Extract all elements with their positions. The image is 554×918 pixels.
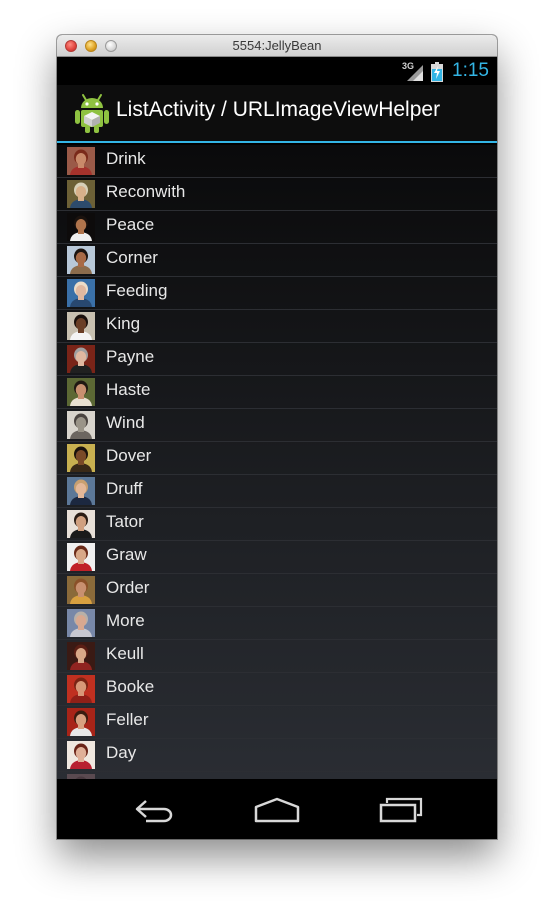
person-avatar — [67, 708, 95, 736]
list-item[interactable]: Dover — [57, 442, 497, 475]
list-item-label: Reconwith — [106, 182, 186, 201]
android-robot-icon[interactable] — [73, 93, 111, 133]
person-avatar — [67, 675, 95, 703]
person-avatar — [67, 741, 95, 769]
list-item[interactable]: Order — [57, 574, 497, 607]
action-bar: ListActivity / URLImageViewHelper — [57, 85, 497, 143]
list-item-label: Graw — [106, 545, 147, 564]
person-avatar — [67, 444, 95, 472]
list-item[interactable]: Payne — [57, 343, 497, 376]
person-avatar — [67, 345, 95, 373]
list-item[interactable] — [57, 772, 497, 779]
person-avatar — [67, 411, 95, 439]
list-item[interactable]: Wind — [57, 409, 497, 442]
list-item-label: Feller — [106, 710, 149, 729]
battery-charging-icon — [431, 62, 443, 82]
list-item[interactable]: Drink — [57, 145, 497, 178]
list-item-label: Payne — [106, 347, 155, 366]
window-title: 5554:JellyBean — [232, 38, 322, 53]
status-clock: 1:15 — [452, 60, 489, 81]
list-item[interactable]: Reconwith — [57, 178, 497, 211]
person-avatar — [67, 312, 95, 340]
list-item-label: Dover — [106, 446, 152, 465]
list-item[interactable]: Peace — [57, 211, 497, 244]
list-item-label: Drink — [106, 149, 146, 168]
recent-apps-icon[interactable] — [379, 797, 423, 823]
person-avatar — [67, 246, 95, 274]
list-item-label: Haste — [106, 380, 151, 399]
person-avatar — [67, 213, 95, 241]
list-item-label: Day — [106, 743, 137, 762]
person-avatar — [67, 477, 95, 505]
list-item-label: Wind — [106, 413, 145, 432]
person-avatar — [67, 378, 95, 406]
list-item[interactable]: Feeding — [57, 277, 497, 310]
back-icon[interactable] — [134, 797, 176, 823]
signal-strength-icon — [407, 65, 423, 81]
navigation-bar — [57, 779, 497, 839]
emulator-window: 5554:JellyBean 3G 1:15 ListActivity / UR… — [57, 35, 497, 839]
list-item-label: Druff — [106, 479, 143, 498]
list-item-label: Tator — [106, 512, 144, 531]
list-item-label: Keull — [106, 644, 144, 663]
list-item[interactable]: More — [57, 607, 497, 640]
list-item[interactable]: Feller — [57, 706, 497, 739]
list-item-label: Order — [106, 578, 150, 597]
person-avatar — [67, 609, 95, 637]
person-avatar — [67, 543, 95, 571]
list-item-label: Booke — [106, 677, 155, 696]
action-bar-title: ListActivity / URLImageViewHelper — [116, 98, 441, 121]
person-avatar — [67, 510, 95, 538]
list-item[interactable]: Keull — [57, 640, 497, 673]
list-item[interactable]: King — [57, 310, 497, 343]
list-view[interactable]: Drink Reconwith Peace Corner Feeding King Payn… — [57, 145, 497, 779]
list-item-label: King — [106, 314, 141, 333]
window-titlebar[interactable]: 5554:JellyBean — [57, 35, 497, 57]
person-avatar — [67, 180, 95, 208]
list-item[interactable]: Day — [57, 739, 497, 772]
list-item[interactable]: Booke — [57, 673, 497, 706]
list-item-label: Peace — [106, 215, 155, 234]
home-icon[interactable] — [254, 797, 300, 823]
person-avatar — [67, 642, 95, 670]
list-item-label: More — [106, 611, 145, 630]
list-item[interactable]: Druff — [57, 475, 497, 508]
status-bar: 3G 1:15 — [57, 57, 497, 85]
list-item-label: Feeding — [106, 281, 168, 300]
list-item[interactable]: Haste — [57, 376, 497, 409]
person-avatar — [67, 279, 95, 307]
list-item[interactable]: Tator — [57, 508, 497, 541]
person-avatar — [67, 147, 95, 175]
list-item[interactable]: Graw — [57, 541, 497, 574]
list-item[interactable]: Corner — [57, 244, 497, 277]
list-item-label: Corner — [106, 248, 158, 267]
person-avatar — [67, 576, 95, 604]
